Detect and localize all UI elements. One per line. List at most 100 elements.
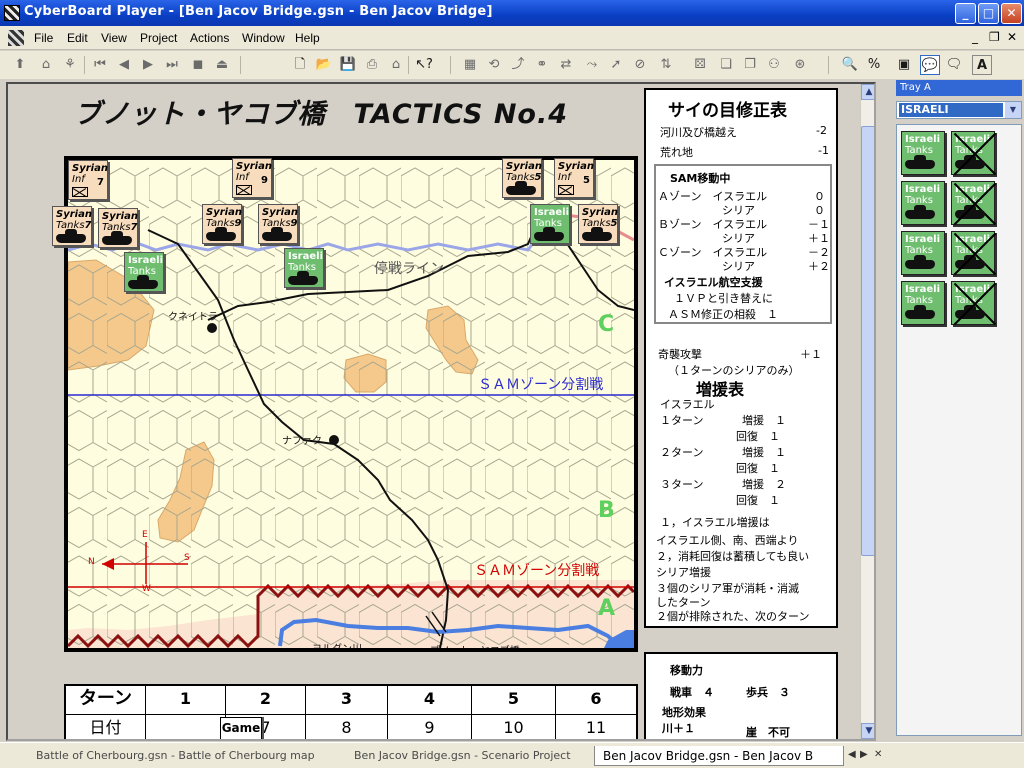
unit-counter-syrian-tanks-7b[interactable]: Syrian Tanks7: [98, 208, 138, 248]
counter-strength: 5: [583, 175, 590, 186]
zoom-icon[interactable]: 🔍: [840, 55, 860, 75]
tray-unit-eliminated[interactable]: Israeli Tanks: [951, 131, 995, 175]
tab-next-icon[interactable]: ▶: [860, 749, 868, 760]
menu-project[interactable]: Project: [140, 31, 177, 45]
stack-icon[interactable]: ❏: [716, 55, 736, 75]
shuffle-icon[interactable]: ⇅: [656, 55, 676, 75]
prev-move-icon[interactable]: ◀: [114, 55, 134, 75]
tray-view-icon[interactable]: ▣: [894, 55, 914, 75]
maximize-button[interactable]: □: [978, 3, 999, 24]
chat-edit-icon[interactable]: 🗨: [944, 55, 964, 75]
document-icon[interactable]: [8, 30, 24, 46]
unit-counter-syrian-tanks-5[interactable]: Syrian Tanks5: [502, 158, 542, 198]
help-pointer-icon[interactable]: ↖?: [414, 55, 434, 75]
stop-icon[interactable]: ◼: [188, 55, 208, 75]
tab-prev-icon[interactable]: ◀: [848, 749, 856, 760]
home-icon[interactable]: ⌂: [36, 55, 56, 75]
new-file-icon[interactable]: 🗋: [290, 55, 310, 75]
text-tool-button[interactable]: A: [972, 55, 992, 75]
unit-counter-israeli-tanks-2[interactable]: Israeli Tanks: [124, 252, 164, 292]
chevron-down-icon[interactable]: ▼: [1005, 102, 1021, 118]
print-icon[interactable]: ⎙: [362, 55, 382, 75]
rotate-icon[interactable]: ⟲: [484, 55, 504, 75]
unit-counter-israeli-tanks-3[interactable]: Israeli Tanks: [284, 248, 324, 288]
sam-title: SAM移動中: [670, 172, 731, 185]
tray-unit-eliminated[interactable]: Israeli Tanks: [951, 181, 995, 225]
tab-battle-of-cherbourg[interactable]: Battle of Cherbourg.gsn - Battle of Cher…: [28, 746, 328, 766]
tray-unit[interactable]: Israeli Tanks: [901, 281, 945, 325]
minimize-button[interactable]: _: [955, 3, 976, 24]
owner-icon[interactable]: ⚇: [764, 55, 784, 75]
game-turn-marker[interactable]: Game: [220, 717, 262, 739]
counter-strength: 9: [290, 218, 298, 229]
mdi-restore-button[interactable]: ❐: [989, 30, 1000, 44]
last-move-icon[interactable]: ⏭: [162, 55, 182, 75]
dice-icon[interactable]: ⚄: [690, 55, 710, 75]
tray-unit[interactable]: Israeli Tanks: [901, 231, 945, 275]
percent-icon[interactable]: %: [864, 55, 884, 75]
copy-board-icon[interactable]: ⌂: [386, 55, 406, 75]
sam-zone-line-1: ＳＡＭゾーン分割戦: [478, 377, 604, 393]
unit-counter-syrian-inf-9[interactable]: Syrian Inf 9: [232, 158, 272, 198]
tray-unit-eliminated[interactable]: Israeli Tanks: [951, 231, 995, 275]
counter-type: Inf: [236, 172, 249, 183]
scroll-up-icon[interactable]: ▲: [861, 84, 874, 100]
zone-c-label: C: [598, 312, 615, 337]
flip-icon[interactable]: ⇄: [556, 55, 576, 75]
open-folder-icon[interactable]: 📂: [314, 55, 334, 75]
unit-counter-syrian-tanks-9[interactable]: Syrian Tanks9: [202, 204, 242, 244]
first-move-icon[interactable]: ⏮: [90, 55, 110, 75]
vertical-scrollbar[interactable]: ▲ ▼: [860, 84, 874, 739]
scroll-down-icon[interactable]: ▼: [861, 723, 874, 739]
menu-file[interactable]: File: [34, 31, 53, 45]
end-record-icon[interactable]: ⏏: [212, 55, 232, 75]
turn-cell: 1: [146, 686, 226, 714]
counter-type: Inf: [72, 174, 85, 185]
terrain-title: 地形効果: [662, 706, 706, 719]
link-icon[interactable]: ⚭: [532, 55, 552, 75]
grid-snap-icon[interactable]: ▦: [460, 55, 480, 75]
unit-counter-syrian-tanks-9b[interactable]: Syrian Tanks9: [258, 204, 298, 244]
tray-unit-eliminated[interactable]: Israeli Tanks: [951, 281, 995, 325]
tray-select[interactable]: ISRAELI ▼: [896, 101, 1022, 119]
tray-unit-list[interactable]: Israeli Tanks Israeli Tanks Israeli Tanks I…: [896, 124, 1022, 736]
counter-strength: 7: [84, 220, 92, 231]
move-stack-icon[interactable]: ⬆: [10, 55, 30, 75]
arrow-tool-icon[interactable]: ➚: [606, 55, 626, 75]
menu-actions[interactable]: Actions: [190, 31, 229, 45]
unstack-icon[interactable]: ❐: [740, 55, 760, 75]
menu-view[interactable]: View: [101, 31, 127, 45]
menu-help[interactable]: Help: [295, 31, 320, 45]
unit-counter-israeli-tanks[interactable]: Israeli Tanks: [530, 204, 570, 244]
next-move-icon[interactable]: ▶: [138, 55, 158, 75]
app-icon[interactable]: [4, 5, 20, 21]
save-icon[interactable]: 💾: [338, 55, 358, 75]
tray-unit[interactable]: Israeli Tanks: [901, 181, 945, 225]
tab-close-icon[interactable]: ✕: [874, 749, 882, 760]
line-tool-icon[interactable]: ⤳: [582, 55, 602, 75]
scroll-thumb[interactable]: [861, 126, 874, 556]
tab-ben-jacov-bridge[interactable]: Ben Jacov Bridge.gsn - Ben Jacov B: [594, 746, 844, 766]
board-view[interactable]: ブノット・ヤコブ橋 TACTICS No.4 停戦ライン クネイトラ ナファク …: [6, 82, 876, 741]
dice-row-value: -2: [816, 124, 827, 137]
tray-selected-value[interactable]: ISRAELI: [899, 103, 1003, 117]
close-button[interactable]: ✕: [1001, 3, 1022, 24]
private-icon[interactable]: ⊛: [790, 55, 810, 75]
menu-window[interactable]: Window: [242, 31, 285, 45]
unit-counter-syrian-inf-7[interactable]: Syrian Inf 7: [68, 160, 108, 200]
record-move-icon[interactable]: ⚘: [60, 55, 80, 75]
hide-icon[interactable]: ⊘: [630, 55, 650, 75]
path-icon[interactable]: ⤴: [508, 55, 528, 75]
tray-unit[interactable]: Israeli Tanks: [901, 131, 945, 175]
tab-scenario-project[interactable]: Ben Jacov Bridge.gsn - Scenario Project: [346, 746, 586, 766]
unit-counter-syrian-inf-5[interactable]: Syrian Inf 5: [554, 158, 594, 198]
counter-side: Syrian: [506, 161, 542, 172]
menu-edit[interactable]: Edit: [67, 31, 88, 45]
chat-bubble-icon[interactable]: 💬: [920, 55, 940, 75]
unit-counter-syrian-tanks-7[interactable]: Syrian Tanks7: [52, 206, 92, 246]
tank-icon: [955, 305, 985, 319]
mdi-close-button[interactable]: ✕: [1007, 30, 1017, 44]
unit-counter-syrian-tanks-5b[interactable]: Syrian Tanks5: [578, 204, 618, 244]
title-bar[interactable]: CyberBoard Player - [Ben Jacov Bridge.gs…: [0, 0, 1024, 26]
mdi-minimize-button[interactable]: _: [972, 30, 978, 44]
